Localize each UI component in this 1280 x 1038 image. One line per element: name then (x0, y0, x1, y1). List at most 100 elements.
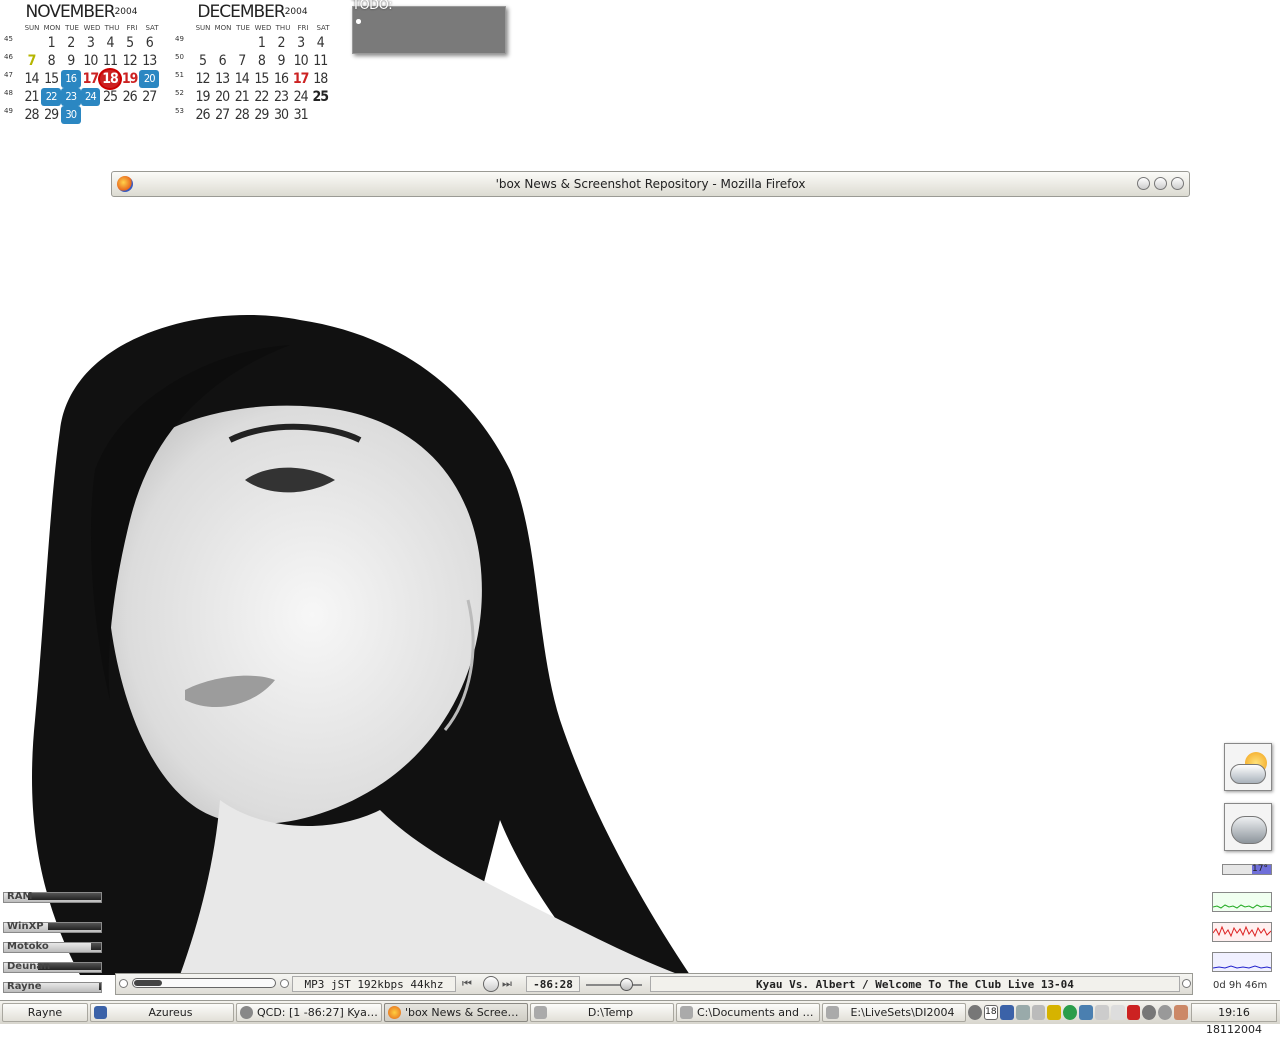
calendar-day[interactable]: 12 (120, 52, 140, 70)
calendar-day[interactable]: 28 (22, 106, 42, 124)
close-button[interactable] (1171, 177, 1184, 190)
taskbar-item-firefox[interactable]: 'box News & Screens... (384, 1003, 528, 1022)
calendar-day[interactable]: 3 (81, 34, 101, 52)
calendar-day[interactable]: 13 (139, 52, 159, 70)
calendar-day[interactable]: 22 (252, 88, 272, 106)
calendar-day[interactable]: 26 (193, 106, 213, 124)
calendar-day[interactable]: 27 (212, 106, 232, 124)
calendar-day[interactable]: 26 (120, 88, 140, 106)
taskbar-item-qcd[interactable]: QCD: [1 -86:27] Kyau V... (236, 1003, 382, 1022)
calendar-day[interactable]: 29 (41, 106, 61, 124)
calendar-day[interactable]: 2 (271, 34, 291, 52)
weather-forecast[interactable] (1224, 803, 1272, 851)
taskbar-item-azureus[interactable]: Azureus (90, 1003, 234, 1022)
window-title[interactable]: 'box News & Screenshot Repository - Mozi… (112, 177, 1189, 191)
minimize-button[interactable] (1137, 177, 1150, 190)
calendar-day[interactable]: 31 (291, 106, 311, 124)
palette-tray-icon[interactable] (1174, 1005, 1188, 1020)
disc-tray-icon[interactable] (1158, 1005, 1173, 1020)
calendar-day[interactable]: 16 (60, 70, 81, 88)
calendar-day[interactable]: 28 (232, 106, 252, 124)
player-menu-button[interactable] (119, 979, 128, 988)
calendar-day[interactable]: 14 (232, 70, 252, 88)
player-close-button[interactable] (1182, 979, 1191, 988)
calendar-day[interactable]: 21 (22, 88, 42, 106)
calendar-day[interactable]: 11 (310, 52, 330, 70)
taskbar-item-rayne[interactable]: Rayne (2, 1003, 88, 1022)
taskbar-item-temp-folder[interactable]: D:\Temp (530, 1003, 674, 1022)
tool-tray-icon[interactable] (1079, 1005, 1093, 1020)
weather-today[interactable] (1224, 743, 1272, 791)
todo-widget[interactable]: TODO: (352, 0, 506, 54)
calendar-day[interactable]: 23 (271, 88, 291, 106)
volume-knob[interactable] (620, 978, 633, 991)
calendar-day[interactable]: 4 (100, 34, 120, 52)
taskbar-item-livesets-folder[interactable]: E:\LiveSets\DI2004 (822, 1003, 966, 1022)
calendar-day[interactable]: 10 (81, 52, 101, 70)
calendar-day[interactable]: 15 (252, 70, 272, 88)
calendar-day[interactable]: 17 (291, 70, 311, 88)
calendar-day[interactable]: 18 (310, 70, 330, 88)
volume-slider[interactable] (586, 978, 642, 991)
calendar-day[interactable]: 27 (139, 88, 159, 106)
network-tray-icon[interactable] (1031, 1005, 1046, 1020)
calendar-day[interactable]: 2 (61, 34, 81, 52)
calendar-day[interactable]: 7 (22, 52, 42, 70)
calendar-day[interactable]: 1 (41, 34, 61, 52)
azureus-tray-icon[interactable] (999, 1005, 1014, 1020)
calendar-day[interactable]: 9 (61, 52, 81, 70)
calendar-day[interactable]: 16 (271, 70, 291, 88)
calendar-day[interactable]: 20 (139, 70, 160, 88)
calendar-day[interactable]: 3 (291, 34, 311, 52)
calendar-day[interactable]: 19 (120, 70, 140, 88)
calendar-day[interactable]: 13 (212, 70, 232, 88)
calendar-day[interactable]: 1 (252, 34, 272, 52)
calendar-day[interactable]: 4 (310, 34, 330, 52)
shield-tray-icon[interactable] (1047, 1005, 1062, 1020)
calendar-day[interactable]: 22 (41, 88, 61, 106)
time-display[interactable]: -86:28 (526, 976, 580, 992)
calendar-day[interactable]: 30 (60, 106, 81, 124)
firefox-window-shaded[interactable]: 'box News & Screenshot Repository - Mozi… (111, 171, 1190, 197)
calendar-tray-icon[interactable]: 18 (983, 1005, 998, 1020)
calendar-day[interactable]: 5 (120, 34, 140, 52)
calendar-day[interactable]: 9 (271, 52, 291, 70)
printer-tray-icon[interactable] (1015, 1005, 1030, 1020)
antivirus-tray-icon[interactable] (1126, 1005, 1141, 1020)
play-button[interactable] (483, 976, 499, 992)
todo-box[interactable] (352, 6, 506, 54)
calendar-day[interactable]: 25 (310, 88, 330, 106)
calendar-day[interactable]: 17 (81, 70, 101, 88)
calendar-day[interactable]: 25 (100, 88, 120, 106)
taskbar-item-documents-folder[interactable]: C:\Documents and Setti... (676, 1003, 820, 1022)
globe-tray-icon[interactable] (1063, 1005, 1078, 1020)
calendar-day[interactable]: 10 (291, 52, 311, 70)
calendar-day[interactable]: 18 (100, 70, 120, 88)
calendar-day[interactable]: 12 (193, 70, 213, 88)
calendar-day[interactable]: 21 (232, 88, 252, 106)
media-player-bar[interactable]: MP3 jST 192kbps 44khz ⏮ ⏭ -86:28 Kyau Vs… (115, 973, 1193, 995)
calendar-day[interactable]: 15 (41, 70, 61, 88)
calendar-day[interactable]: 20 (212, 88, 232, 106)
player-option-button[interactable] (280, 979, 289, 988)
maximize-button[interactable] (1154, 177, 1167, 190)
calendar-day[interactable]: 23 (60, 88, 81, 106)
calendar-day[interactable]: 24 (291, 88, 311, 106)
calendar-day[interactable]: 29 (252, 106, 272, 124)
mouse-tray-icon[interactable] (1110, 1005, 1125, 1020)
taskbar-clock[interactable]: 19:16 18112004 (1191, 1003, 1277, 1036)
calendar-day[interactable]: 19 (193, 88, 213, 106)
seek-bar[interactable] (132, 978, 276, 988)
previous-track-button[interactable]: ⏮ (462, 977, 472, 991)
calendar-day[interactable]: 8 (41, 52, 61, 70)
calendar-day[interactable]: 8 (252, 52, 272, 70)
qcd-tray-icon[interactable] (968, 1005, 982, 1020)
calendar-day[interactable]: 5 (193, 52, 213, 70)
calendar-day[interactable]: 30 (271, 106, 291, 124)
calendar-day[interactable]: 6 (212, 52, 232, 70)
calendar-day[interactable]: 11 (100, 52, 120, 70)
calendar-day[interactable]: 14 (22, 70, 42, 88)
sound-tray-icon[interactable] (1142, 1005, 1157, 1020)
calendar-day[interactable]: 24 (80, 88, 101, 106)
calendar-day[interactable]: 6 (139, 34, 159, 52)
